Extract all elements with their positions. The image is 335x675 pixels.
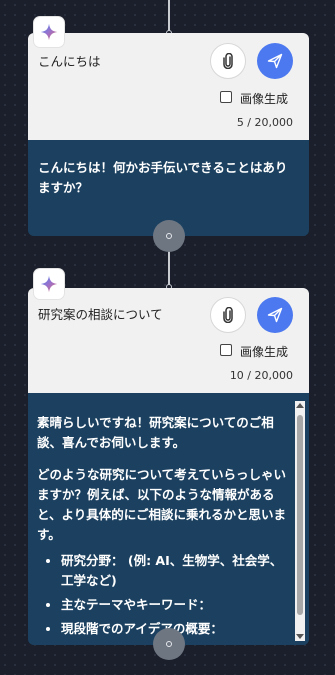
paperclip-icon: [223, 307, 233, 323]
connection-handle[interactable]: [153, 628, 185, 660]
prompt-text[interactable]: 研究案の相談について: [38, 304, 163, 323]
send-icon: [267, 307, 283, 323]
response-paragraph-1: 素晴らしいですね！研究案についてのご相談、喜んでお伺いします。: [37, 415, 274, 450]
response-bullet-list: 研究分野： (例: AI、生物学、社会学、工学など) 主なテーマやキーワード： …: [37, 551, 287, 639]
sparkle-icon: [34, 269, 64, 299]
list-item: 主なテーマやキーワード：: [61, 595, 287, 615]
attach-button[interactable]: [210, 297, 246, 333]
char-counter: 5 / 20,000: [236, 116, 293, 129]
send-icon: [267, 53, 283, 69]
scrollbar-thumb[interactable]: [297, 415, 303, 615]
list-item: 研究分野： (例: AI、生物学、社会学、工学など): [61, 551, 287, 591]
connection-handle[interactable]: [153, 220, 185, 252]
prompt-area: こんにちは 画像生成 5 / 20,000: [28, 33, 309, 140]
send-button[interactable]: [257, 43, 293, 79]
response-text: こんにちは！何かお手伝いできることはありますか？: [38, 160, 288, 195]
char-counter: 10 / 20,000: [229, 369, 293, 382]
response-scroll-content[interactable]: 素晴らしいですね！研究案についてのご相談、喜んでお伺いします。 どのような研究に…: [28, 393, 309, 639]
send-button[interactable]: [257, 297, 293, 333]
image-gen-checkbox[interactable]: [220, 344, 232, 356]
response-area: 素晴らしいですね！研究案についてのご相談、喜んでお伺いします。 どのような研究に…: [28, 393, 309, 645]
image-gen-checkbox[interactable]: [220, 91, 232, 103]
chat-node-1: こんにちは 画像生成 5 / 20,000 こんにちは！何かお手伝いできることは…: [28, 33, 309, 236]
scrollbar[interactable]: [295, 401, 305, 641]
image-gen-label: 画像生成: [240, 92, 289, 106]
paperclip-icon: [223, 53, 233, 69]
scroll-up-arrow-icon[interactable]: [296, 403, 304, 408]
prompt-text[interactable]: こんにちは: [38, 51, 101, 70]
scroll-down-arrow-icon[interactable]: [296, 634, 304, 639]
attach-button[interactable]: [210, 43, 246, 79]
image-gen-label: 画像生成: [240, 345, 289, 359]
connector-line-top: [168, 0, 170, 33]
prompt-area: 研究案の相談について 画像生成 10 / 20,000: [28, 288, 309, 393]
response-paragraph-2: どのような研究について考えていらっしゃいますか？例えば、以下のような情報があると…: [37, 467, 287, 542]
sparkle-icon: [34, 17, 64, 47]
chat-node-2: 研究案の相談について 画像生成 10 / 20,000 素晴らしいですね！研究案…: [28, 288, 309, 645]
